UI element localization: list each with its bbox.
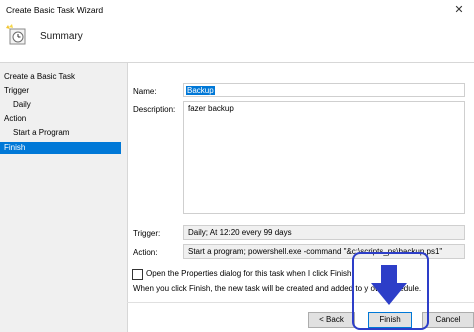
step-start-a-program[interactable]: Start a Program (0, 127, 121, 139)
name-label: Name: (133, 87, 157, 96)
step-finish[interactable]: Finish (0, 142, 121, 154)
trigger-value: Daily; At 12:20 every 99 days (183, 225, 465, 240)
page-title: Summary (40, 31, 83, 42)
wizard-header (0, 22, 474, 62)
open-properties-label[interactable]: Open the Properties dialog for this task… (146, 269, 351, 278)
close-button[interactable]: ✕ (444, 0, 474, 22)
cancel-button[interactable]: Cancel (422, 312, 474, 328)
step-create-basic-task[interactable]: Create a Basic Task (0, 71, 121, 83)
description-label: Description: (133, 105, 176, 114)
trigger-label: Trigger: (133, 229, 161, 238)
step-daily[interactable]: Daily (0, 99, 121, 111)
step-action[interactable]: Action (0, 113, 121, 125)
open-properties-checkbox[interactable] (132, 269, 143, 280)
task-scheduler-icon (6, 24, 26, 45)
step-trigger[interactable]: Trigger (0, 85, 121, 97)
down-arrow-icon (371, 265, 407, 305)
description-field[interactable]: fazer backup (183, 101, 465, 214)
action-label: Action: (133, 248, 158, 257)
back-button[interactable]: < Back (308, 312, 355, 328)
name-value: Backup (186, 86, 215, 95)
name-field[interactable]: Backup (183, 83, 465, 97)
window-title: Create Basic Task Wizard (6, 5, 104, 15)
wizard-steps-sidebar: Create a Basic Task Trigger Daily Action… (0, 63, 128, 332)
